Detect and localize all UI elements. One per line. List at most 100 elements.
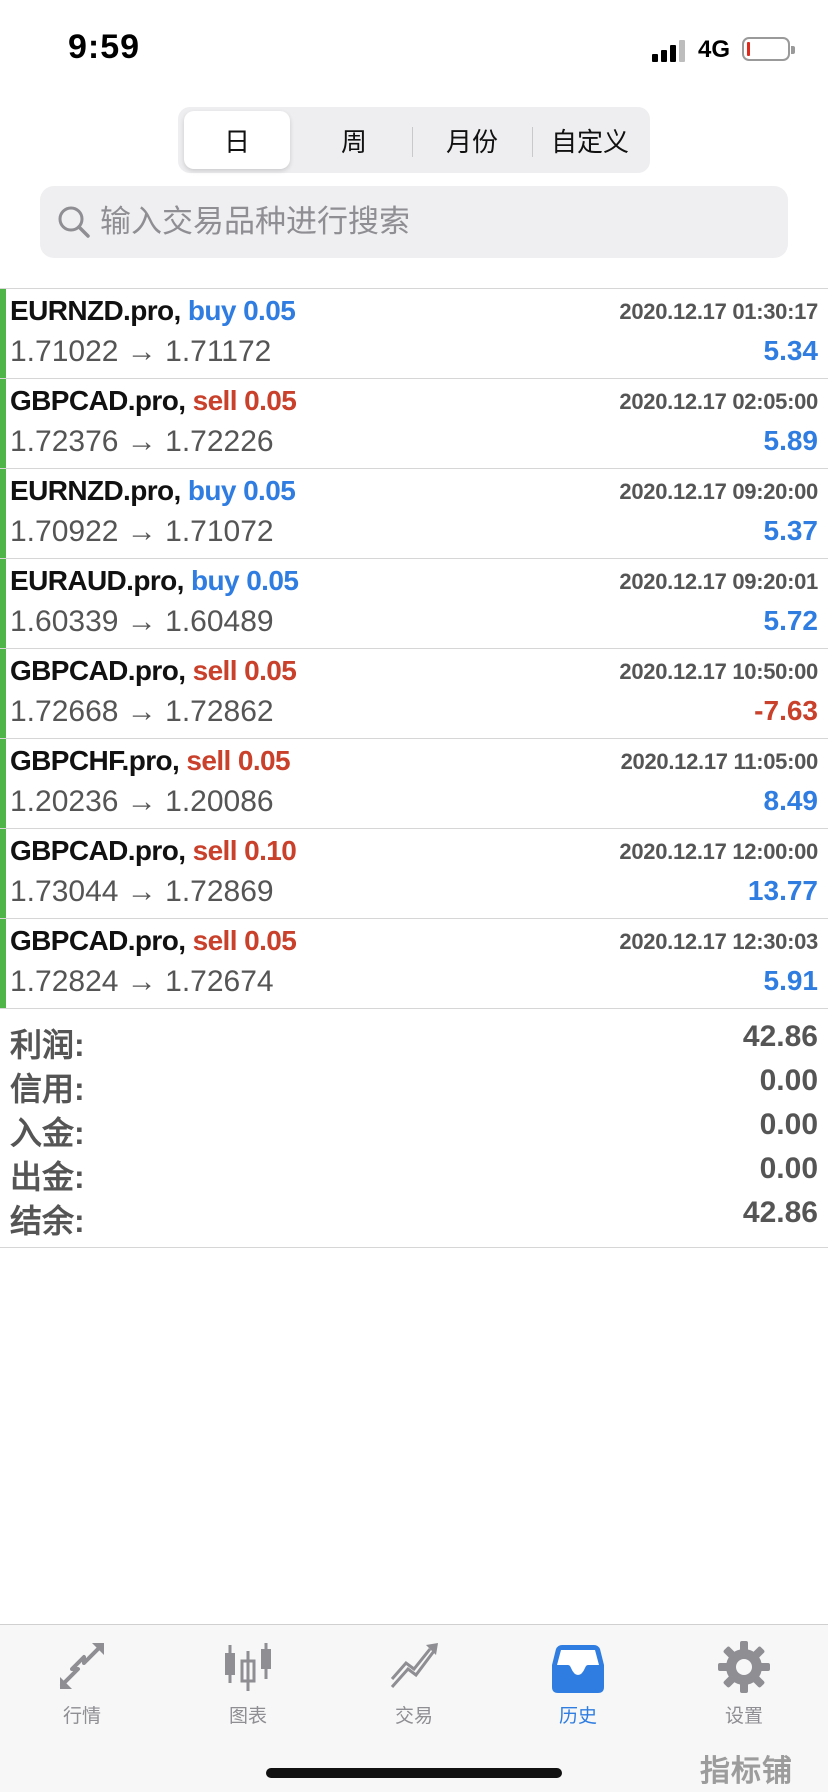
trade-volume: 0.05	[239, 565, 299, 596]
trade-time: 2020.12.17 01:30:17	[619, 299, 818, 324]
account-summary: 利润: 42.86 信用: 0.00 入金: 0.00 出金: 0.00 结余:…	[0, 1006, 828, 1248]
trade-accent-bar	[0, 379, 6, 468]
trade-close-price: 1.60489	[165, 605, 274, 638]
profit-value: 42.86	[742, 1020, 818, 1053]
trade-close-price: 1.20086	[165, 785, 274, 818]
trade-profit: 5.37	[763, 515, 819, 546]
search-input[interactable]	[100, 186, 760, 258]
trade-time: 2020.12.17 09:20:01	[619, 569, 818, 594]
tab-chart[interactable]: 图表	[188, 1639, 308, 1749]
summary-row-profit: 利润: 42.86	[0, 1018, 828, 1063]
trade-side: buy	[187, 295, 237, 326]
trade-side: sell	[186, 745, 231, 776]
trade-symbol: EURNZD.pro	[10, 295, 174, 326]
trade-time: 2020.12.17 02:05:00	[619, 389, 818, 414]
trade-separator: ,	[178, 925, 193, 956]
candlestick-chart-icon	[225, 1643, 271, 1691]
trade-side: sell	[192, 385, 238, 416]
tab-trade-label: 交易	[394, 1706, 433, 1727]
trade-title: GBPCAD.pro, sell 0.05	[10, 655, 297, 687]
trade-prices: 1.20236 → 1.20086	[10, 785, 274, 819]
arrow-right-icon: →	[126, 335, 157, 368]
trade-open-price: 1.73044	[10, 875, 119, 908]
trade-row[interactable]: EURNZD.pro, buy 0.05 2020.12.17 01:30:17 1…	[0, 289, 828, 379]
trade-title: GBPCAD.pro, sell 0.10	[10, 835, 297, 867]
withdrawal-value: 0.00	[759, 1152, 818, 1185]
trade-separator: ,	[178, 385, 193, 416]
trade-open-price: 1.72824	[10, 965, 119, 998]
segment-custom[interactable]: 自定义	[534, 111, 646, 169]
trade-close-price: 1.71172	[165, 335, 272, 368]
trade-time: 2020.12.17 12:30:03	[619, 929, 818, 954]
segment-divider	[532, 127, 533, 157]
tab-settings[interactable]: 设置	[684, 1639, 804, 1749]
trade-volume: 0.05	[237, 385, 297, 416]
arrow-right-icon: →	[126, 875, 157, 908]
trade-close-price: 1.72862	[165, 695, 274, 728]
trade-history-list: EURNZD.pro, buy 0.05 2020.12.17 01:30:17 1…	[0, 288, 828, 1009]
segment-month[interactable]: 月份	[414, 111, 530, 169]
credit-value: 0.00	[759, 1064, 818, 1097]
trade-volume-value: 0.05	[244, 385, 297, 416]
trade-prices: 1.73044 → 1.72869	[10, 875, 274, 909]
trade-row[interactable]: GBPCAD.pro, sell 0.05 2020.12.17 02:05:00…	[0, 379, 828, 469]
arrow-right-icon: →	[126, 425, 157, 458]
status-time: 9:59	[68, 28, 141, 66]
trade-accent-bar	[0, 559, 6, 648]
tab-settings-label: 设置	[724, 1706, 763, 1727]
tab-history[interactable]: 历史	[518, 1639, 638, 1749]
gear-icon	[718, 1641, 770, 1693]
arrow-right-icon: →	[126, 605, 157, 638]
trade-profit: 13.77	[747, 875, 818, 906]
trade-volume: 0.05	[237, 655, 297, 686]
trade-prices: 1.72824 → 1.72674	[10, 965, 274, 999]
trade-side: sell	[192, 655, 238, 686]
trade-side: buy	[187, 475, 237, 506]
withdrawal-label: 出金:	[10, 1159, 85, 1195]
network-label: 4G	[698, 36, 731, 63]
segment-day[interactable]: 日	[184, 111, 290, 169]
trade-close-price: 1.72869	[165, 875, 274, 908]
trade-symbol: GBPCAD.pro	[10, 655, 179, 686]
trade-volume: 0.05	[237, 925, 297, 956]
history-inbox-icon	[552, 1645, 604, 1693]
trade-profit: 5.91	[763, 965, 819, 996]
trade-row[interactable]: GBPCAD.pro, sell 0.05 2020.12.17 12:30:03…	[0, 919, 828, 1009]
trade-accent-bar	[0, 829, 6, 918]
tab-chart-label: 图表	[228, 1706, 267, 1727]
trade-title: EURNZD.pro, buy 0.05	[10, 295, 296, 327]
trade-row[interactable]: GBPCHF.pro, sell 0.05 2020.12.17 11:05:00…	[0, 739, 828, 829]
trade-open-price: 1.70922	[10, 515, 119, 548]
arrow-right-icon: →	[126, 515, 157, 548]
trade-row[interactable]: GBPCAD.pro, sell 0.05 2020.12.17 10:50:00…	[0, 649, 828, 739]
home-indicator[interactable]	[266, 1768, 562, 1778]
trade-trend-icon	[390, 1643, 438, 1688]
tab-trade[interactable]: 交易	[354, 1639, 474, 1749]
trade-profit: 5.89	[763, 425, 819, 456]
trade-volume: 0.05	[231, 745, 291, 776]
trade-profit: 5.34	[763, 335, 819, 366]
trade-time: 2020.12.17 11:05:00	[620, 749, 819, 774]
trade-accent-bar	[0, 919, 6, 1008]
segment-week[interactable]: 周	[298, 111, 410, 169]
trade-open-price: 1.60339	[10, 605, 119, 638]
trade-accent-bar	[0, 649, 6, 738]
trade-row[interactable]: EURNZD.pro, buy 0.05 2020.12.17 09:20:00 1…	[0, 469, 828, 559]
search-icon	[58, 206, 90, 238]
trade-open-price: 1.72376	[10, 425, 119, 458]
trade-close-price: 1.72226	[165, 425, 274, 458]
trade-row[interactable]: EURAUD.pro, buy 0.05 2020.12.17 09:20:01 1…	[0, 559, 828, 649]
arrow-right-icon: →	[126, 695, 157, 728]
trade-separator: ,	[172, 745, 187, 776]
arrow-right-icon: →	[126, 965, 157, 998]
tab-quotes[interactable]: 行情	[22, 1639, 142, 1749]
trade-title: GBPCAD.pro, sell 0.05	[10, 385, 297, 417]
trade-title: EURNZD.pro, buy 0.05	[10, 475, 296, 507]
trade-symbol: GBPCAD.pro	[10, 835, 179, 866]
trade-volume-value: 0.10	[244, 835, 297, 866]
trade-row[interactable]: GBPCAD.pro, sell 0.10 2020.12.17 12:00:00…	[0, 829, 828, 919]
trade-volume-value: 0.05	[246, 565, 299, 596]
trade-side: sell	[192, 925, 238, 956]
trade-symbol: GBPCAD.pro	[10, 925, 179, 956]
period-segmented-control: 日 周 月份 自定义	[178, 107, 650, 173]
